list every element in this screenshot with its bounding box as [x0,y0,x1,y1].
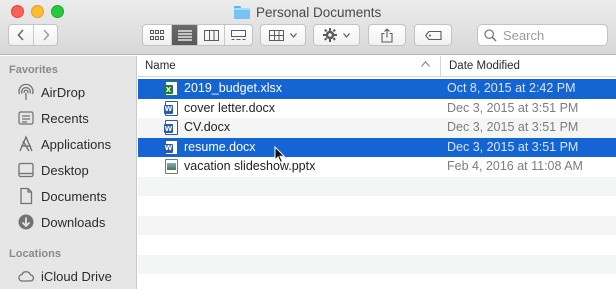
list-view-icon [177,29,192,41]
sidebar-item-label: iCloud Drive [41,268,112,284]
sidebar-item-airdrop[interactable]: AirDrop [17,81,85,103]
window-title-label: Personal Documents [256,4,382,20]
sidebar-item-label: Desktop [41,162,89,178]
chevron-down-icon [343,32,350,38]
file-list: Name Date Modified X 2019_budget.xlsx Oc… [138,56,616,289]
window-title: Personal Documents [234,3,381,21]
sidebar-item-documents[interactable]: Documents [17,185,107,207]
chevron-left-icon [17,29,24,41]
column-view-icon [203,29,219,41]
file-row[interactable]: W resume.docx Dec 3, 2015 at 3:51 PM [138,137,616,157]
navigation-buttons [8,24,58,46]
sidebar-item-downloads[interactable]: Downloads [17,211,105,233]
clock-icon [17,109,35,127]
list-view-button[interactable] [170,25,198,45]
file-name: CV.docx [184,120,231,134]
icon-view-button[interactable] [143,25,171,45]
desktop-icon [17,161,35,179]
chevron-down-icon [290,32,297,38]
file-date-modified: Dec 3, 2015 at 3:51 PM [447,100,579,115]
gallery-view-button[interactable] [224,25,252,45]
sidebar-item-label: Documents [41,188,107,204]
empty-row [138,215,616,235]
empty-row [138,254,616,274]
file-date-modified: Feb 4, 2016 at 11:08 AM [447,159,583,173]
file-date-modified: Oct 8, 2015 at 2:42 PM [447,81,576,95]
word-file-icon: W [164,100,178,116]
action-menu-button[interactable] [313,24,360,46]
search-input[interactable] [503,27,603,43]
document-icon [17,187,35,205]
back-button[interactable] [9,25,33,45]
applications-icon [17,135,35,153]
mouse-pointer-icon [274,146,286,164]
empty-row [138,176,616,196]
column-view-button[interactable] [197,25,224,45]
search-icon [484,28,497,42]
search-field[interactable] [477,24,608,46]
file-date-modified: Dec 3, 2015 at 3:51 PM [447,120,579,134]
file-name: cover letter.docx [184,100,276,115]
file-name: resume.docx [184,139,256,154]
sort-ascending-icon [421,59,430,70]
window-toolbar: Personal Documents [0,0,616,55]
file-name: vacation slideshow.pptx [184,159,316,173]
tags-button[interactable] [414,24,452,46]
group-by-button[interactable] [260,24,306,46]
sidebar-item-label: Downloads [41,214,106,230]
sidebar-item-icloud-drive[interactable]: iCloud Drive [17,265,112,287]
sidebar-item-label: Recents [41,110,89,126]
sidebar-item-applications[interactable]: Applications [17,133,111,155]
presentation-file-icon [165,159,178,174]
column-header: Name Date Modified [138,56,616,77]
gear-icon [323,28,337,42]
cloud-icon [17,267,35,285]
sidebar-item-label: Applications [41,136,112,152]
file-row[interactable]: X 2019_budget.xlsx Oct 8, 2015 at 2:42 P… [138,79,616,99]
column-header-date-modified[interactable]: Date Modified [449,60,520,72]
column-header-name[interactable]: Name [145,60,176,72]
icon-view-icon [149,29,164,40]
file-row[interactable]: W cover letter.docx Dec 3, 2015 at 3:51 … [138,99,616,119]
forward-button[interactable] [33,25,57,45]
sidebar-item-desktop[interactable]: Desktop [17,159,89,181]
airdrop-icon [17,83,35,101]
tag-icon [424,30,442,40]
column-divider[interactable] [440,56,441,77]
gallery-view-icon [231,29,247,40]
view-mode-control [142,24,253,46]
locations-heading: Locations [9,248,61,260]
excel-file-icon: X [164,81,178,96]
word-file-icon: W [164,139,178,155]
minimize-window-button[interactable] [31,5,44,18]
sidebar-item-label: AirDrop [41,84,86,100]
empty-row [138,235,616,255]
close-window-button[interactable] [11,5,24,18]
folder-icon [234,5,250,19]
word-file-icon: W [164,120,178,135]
file-name: 2019_budget.xlsx [184,81,282,95]
zoom-window-button[interactable] [51,5,64,18]
file-date-modified: Dec 3, 2015 at 3:51 PM [447,139,579,154]
empty-row [138,274,616,289]
grid-group-icon [269,29,284,41]
sidebar: Favorites AirDrop Recents Applications D… [0,56,137,289]
empty-row [138,196,616,216]
file-row[interactable]: W CV.docx Dec 3, 2015 at 3:51 PM [138,118,616,138]
download-icon [17,213,35,231]
file-rows: X 2019_budget.xlsx Oct 8, 2015 at 2:42 P… [138,79,616,289]
sidebar-item-recents[interactable]: Recents [17,107,89,129]
chevron-right-icon [43,29,50,41]
file-row[interactable]: vacation slideshow.pptx Feb 4, 2016 at 1… [138,157,616,177]
share-icon [381,27,393,43]
share-button[interactable] [368,24,406,46]
favorites-heading: Favorites [9,64,58,76]
